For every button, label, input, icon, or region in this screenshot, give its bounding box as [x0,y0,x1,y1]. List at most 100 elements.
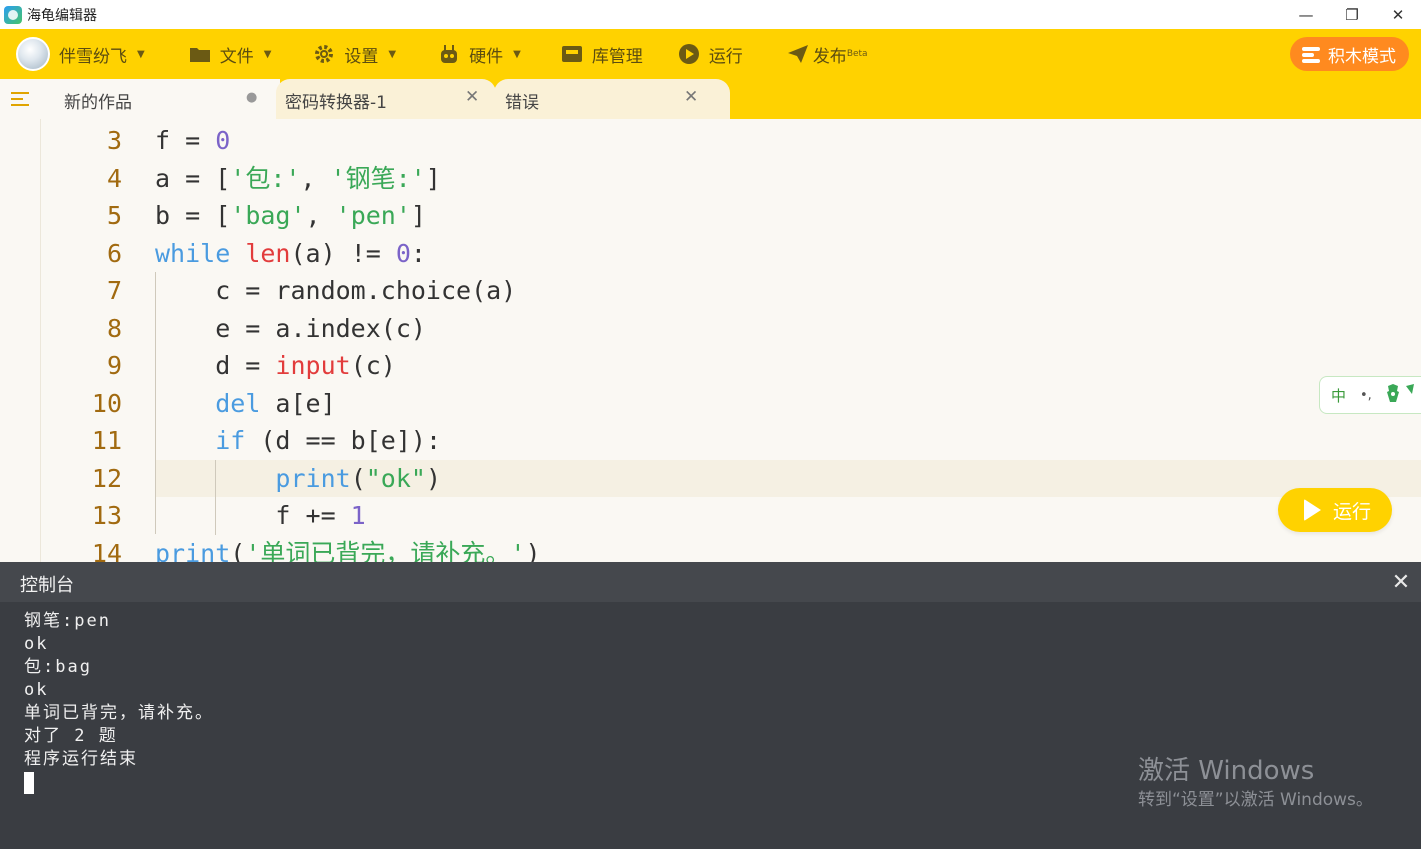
run-toolbar-button[interactable]: 运行 [678,29,743,79]
line-number: 7 [106,276,122,305]
watermark-subtitle: 转到“设置”以激活 Windows。 [1138,790,1373,810]
chevron-down-icon: ▼ [513,48,521,60]
console-line: 单词已背完，请补充。 [24,703,214,723]
file-menu[interactable]: 文件 ▼ [189,29,271,79]
code-text: d = input(c) [155,347,396,384]
code-line[interactable]: 3 f = 0 [0,122,1421,159]
maximize-button[interactable]: ❐ [1329,0,1375,29]
play-icon [1304,499,1321,521]
settings-menu[interactable]: 设置 ▼ [313,29,396,79]
console-line: 钢笔:pen [24,611,111,631]
code-token: ( [350,463,366,493]
line-number: 10 [91,388,122,418]
code-line[interactable]: 6 while len(a) != 0: [0,235,1421,272]
code-token: e = a.index(c) [155,313,426,343]
code-line[interactable]: 7 c = random.choice(a) [0,272,1421,309]
menu-icon [11,92,29,106]
run-button-label: 运行 [1333,500,1372,523]
code-token: 'bag' [230,201,306,230]
app-window: 海龟编辑器 — ❐ ✕ 伴雪纷飞 ▼ 文件 ▼ 设置 ▼ 硬件 ▼ 库管理 运行… [0,0,1421,849]
console-line: 程序运行结束 [24,749,138,769]
code-token: del [215,388,261,418]
code-token: print [155,538,231,563]
line-number: 5 [106,201,122,230]
line-number: 12 [91,463,122,493]
console-line: ok [24,634,49,654]
code-token: ] [410,201,426,230]
chevron-down-icon: ▼ [137,48,145,60]
console-header: 控制台 ✕ [0,562,1421,602]
code-line[interactable]: 10 del a[e] [0,385,1421,422]
code-token: a[e] [260,388,336,418]
chevron-down-icon: ▼ [388,48,397,60]
tab-password-converter[interactable]: 密码转换器-1 ✕ [276,79,496,119]
robot-icon [438,43,460,65]
console-line: 对了 2 题 [24,726,118,746]
unsaved-dot-icon[interactable]: ● [246,90,257,105]
line-number: 11 [91,426,122,455]
code-line[interactable]: 14 print('单词已背完，请补充。') [0,535,1421,563]
minimize-button[interactable]: — [1283,0,1329,29]
close-icon[interactable]: ✕ [684,87,698,107]
tab-error[interactable]: 错误 ✕ [494,79,730,119]
code-token: (d == b[e]): [245,426,441,455]
code-text: f = 0 [155,122,230,159]
hardware-menu-label: 硬件 [469,46,504,67]
code-text: c = random.choice(a) [155,272,516,309]
title-bar: 海龟编辑器 — ❐ ✕ [0,0,1421,29]
code-token: : [410,238,426,268]
line-number: 9 [106,351,122,380]
code-text: del a[e] [155,385,336,422]
console-output[interactable]: 钢笔:pen ok 包:bag ok 单词已背完，请补充。 对了 2 题程序运行结束 [24,610,214,794]
folder-icon [189,43,211,65]
hardware-menu[interactable]: 硬件 ▼ [438,29,521,79]
ime-indicator[interactable]: 中 •, [1319,376,1421,414]
code-line[interactable]: 12 print("ok") [0,460,1421,497]
block-mode-button[interactable]: 积木模式 [1290,37,1409,71]
code-token: , [300,163,331,193]
close-icon[interactable]: ✕ [465,87,479,107]
console-title: 控制台 [20,575,74,596]
line-number: 14 [91,538,122,563]
code-line[interactable]: 5 b = ['bag', 'pen'] [0,197,1421,234]
library-icon [561,43,583,65]
code-line[interactable]: 4 a = ['包:', '钢笔:'] [0,160,1421,197]
code-text: print("ok") [155,460,441,497]
code-text: e = a.index(c) [155,310,426,347]
main-toolbar: 伴雪纷飞 ▼ 文件 ▼ 设置 ▼ 硬件 ▼ 库管理 运行 发布 Beta 积木模… [0,29,1421,79]
code-line[interactable]: 11 if (d == b[e]): [0,422,1421,459]
publish-button[interactable]: 发布 Beta [787,29,868,79]
code-token: a = [ [155,163,231,193]
console-line: ok [24,680,49,700]
code-token: '包:' [230,163,301,193]
code-token: (a) != [290,238,396,268]
code-line[interactable]: 8 e = a.index(c) [0,310,1421,347]
code-token: b = [ [155,201,231,230]
close-button[interactable]: ✕ [1375,0,1421,29]
line-number: 4 [106,163,122,193]
close-icon[interactable]: ✕ [1387,568,1415,596]
code-token: len [245,238,291,268]
activation-watermark: 激活 Windows 转到“设置”以激活 Windows。 [1138,754,1373,812]
user-menu[interactable]: 伴雪纷飞 ▼ [59,29,145,79]
console-line: 包:bag [24,657,92,677]
code-token: while [155,238,231,268]
library-button[interactable]: 库管理 [561,29,643,79]
code-token: 0 [395,238,411,268]
avatar[interactable] [16,37,50,71]
console-cursor[interactable] [24,772,34,794]
code-token: 0 [215,126,231,155]
play-icon [678,43,700,65]
tab-new-work[interactable]: 新的作品 ● [40,79,280,119]
code-line[interactable]: 13 f += 1 [0,497,1421,534]
code-editor[interactable]: 3 f = 0 4 a = ['包:', '钢笔:'] 5 b = ['bag', 'pe… [0,119,1421,562]
side-menu-button[interactable] [0,79,40,119]
code-token: ) [425,463,442,493]
code-text: if (d == b[e]): [155,422,441,459]
run-button[interactable]: 运行 [1278,488,1392,532]
code-line[interactable]: 9 d = input(c) [0,347,1421,384]
tab-label: 新的作品 [64,93,132,113]
settings-menu-label: 设置 [344,46,379,67]
